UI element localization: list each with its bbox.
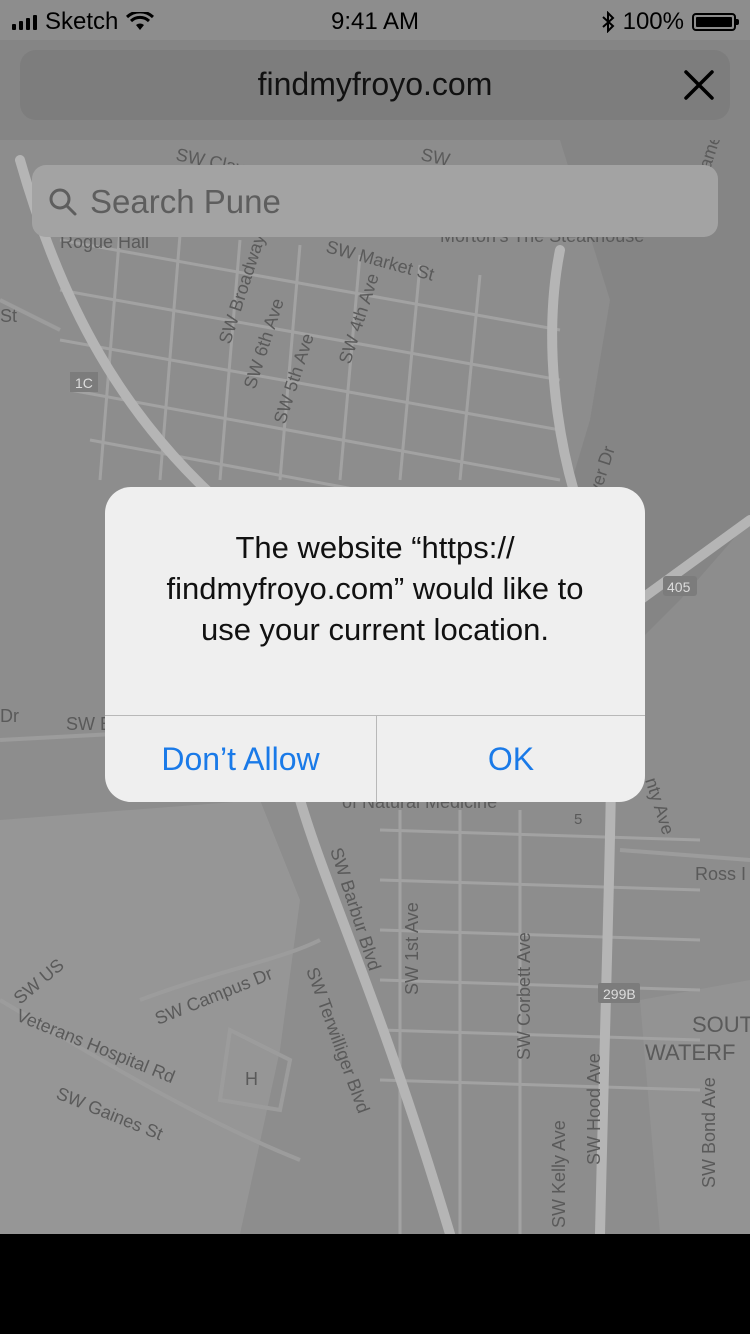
svg-text:SW Kelly Ave: SW Kelly Ave xyxy=(549,1120,569,1228)
search-icon xyxy=(49,188,77,216)
svg-text:5: 5 xyxy=(574,811,582,828)
svg-text:WATERF: WATERF xyxy=(645,1040,735,1065)
svg-text:Ross I: Ross I xyxy=(695,864,746,884)
svg-text:1C: 1C xyxy=(75,375,93,391)
bluetooth-icon xyxy=(601,11,615,33)
ok-button[interactable]: OK xyxy=(377,716,645,802)
battery-percent: 100% xyxy=(622,8,684,35)
svg-text:St: St xyxy=(0,306,17,326)
svg-text:Dr: Dr xyxy=(0,706,19,726)
svg-text:SW 1st Ave: SW 1st Ave xyxy=(402,902,422,995)
status-bar: Sketch 9:41 AM 100% xyxy=(0,0,750,40)
status-right: 100% xyxy=(601,8,739,36)
svg-text:SW Hood Ave: SW Hood Ave xyxy=(584,1053,604,1165)
screen: SW Clay SW SW Market St Rogue Hall Morto… xyxy=(0,0,750,1234)
svg-text:SOUT: SOUT xyxy=(692,1012,750,1037)
search-input[interactable]: Search Pune xyxy=(32,165,718,237)
dialog-message: The website “https:// findmyfroyo.com” w… xyxy=(166,530,584,647)
location-permission-dialog: The website “https:// findmyfroyo.com” w… xyxy=(105,487,645,802)
search-placeholder: Search Pune xyxy=(90,183,281,220)
svg-text:299B: 299B xyxy=(603,986,636,1002)
svg-text:SW Corbett Ave: SW Corbett Ave xyxy=(514,932,534,1060)
browser-header: findmyfroyo.com xyxy=(0,40,750,140)
svg-text:H: H xyxy=(245,1069,258,1089)
dont-allow-button[interactable]: Don’t Allow xyxy=(105,716,376,802)
svg-text:405: 405 xyxy=(667,579,691,595)
battery-icon xyxy=(692,13,739,31)
close-icon[interactable] xyxy=(682,68,716,102)
bottom-bar xyxy=(0,1234,750,1334)
url-text: findmyfroyo.com xyxy=(257,66,493,102)
svg-text:SW Bond Ave: SW Bond Ave xyxy=(699,1077,719,1188)
